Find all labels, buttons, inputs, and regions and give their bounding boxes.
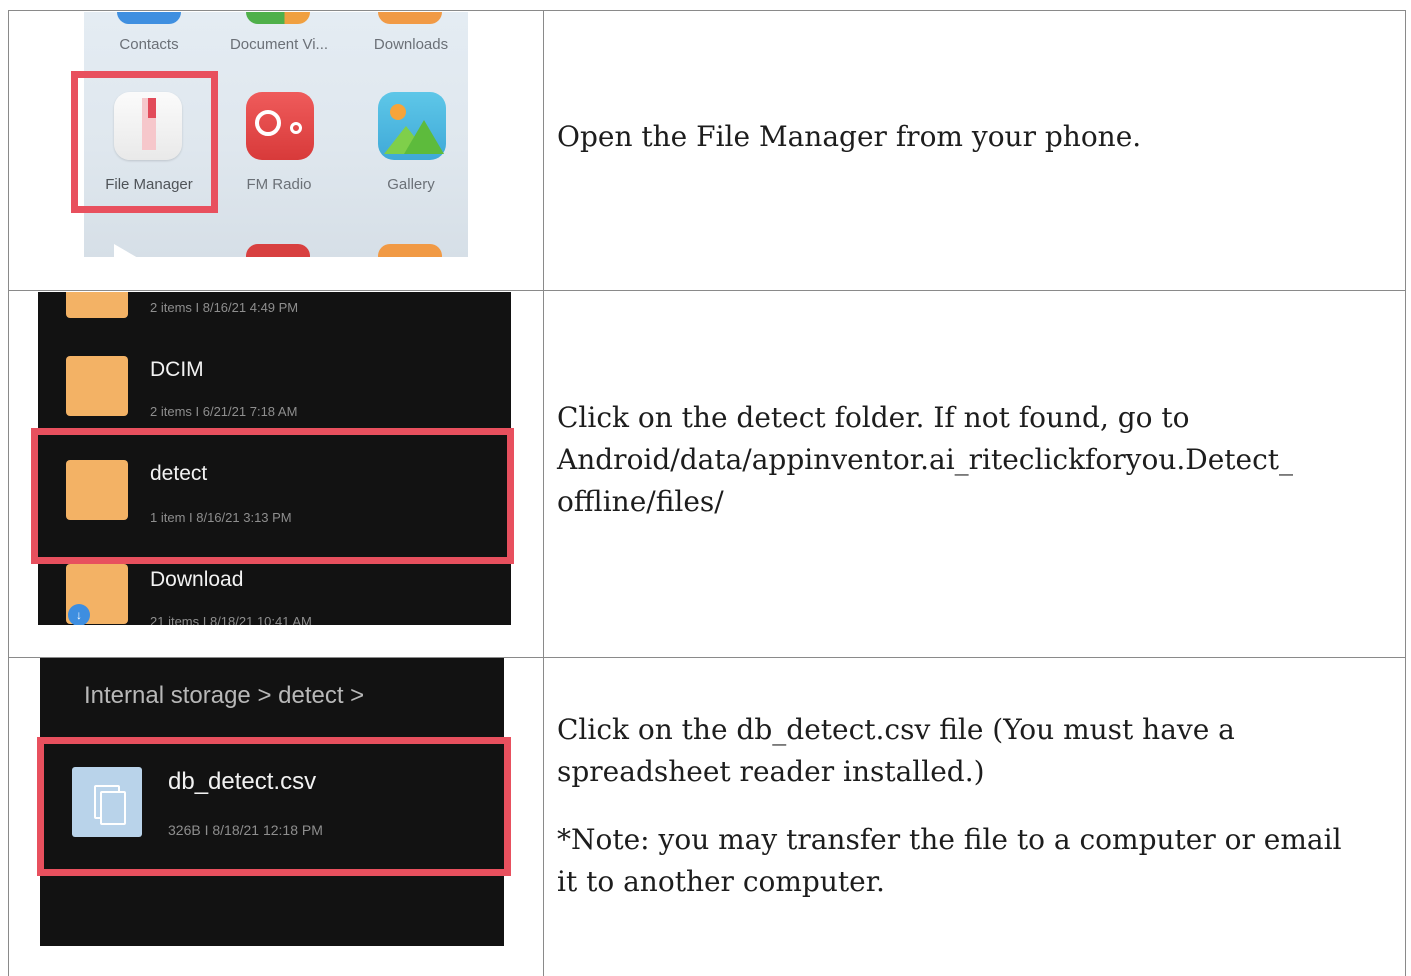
downloads-label: Downloads bbox=[373, 36, 449, 53]
gallery-icon[interactable] bbox=[378, 92, 446, 160]
file-manager-highlight bbox=[71, 71, 218, 213]
row2-instruction-line3: offline/files/ bbox=[557, 485, 724, 518]
fm-radio-icon[interactable] bbox=[246, 92, 314, 160]
row-divider-1 bbox=[8, 290, 1406, 291]
gallery-label: Gallery bbox=[387, 176, 435, 193]
folder-icon bbox=[66, 292, 128, 318]
breadcrumb: Internal storage > detect > bbox=[84, 682, 365, 709]
row3-note-line1: *Note: you may transfer the file to a co… bbox=[557, 823, 1342, 856]
folder-meta: 21 items I 8/18/21 10:41 AM bbox=[150, 614, 312, 625]
folder-meta: 2 items I 8/16/21 4:49 PM bbox=[150, 300, 299, 315]
table-top-border bbox=[8, 10, 1406, 11]
document-viewer-icon bbox=[246, 12, 310, 24]
row2-instruction-line1: Click on the detect folder. If not found… bbox=[557, 401, 1190, 434]
row3-instruction-line2: spreadsheet reader installed.) bbox=[557, 755, 985, 788]
downloads-icon bbox=[378, 12, 442, 24]
contacts-label: Contacts bbox=[119, 36, 179, 53]
row3-note-line2: it to another computer. bbox=[557, 865, 885, 898]
contacts-icon bbox=[117, 12, 181, 24]
fm-radio-label: FM Radio bbox=[246, 176, 312, 193]
music-icon bbox=[246, 244, 310, 257]
csv-file-highlight bbox=[37, 737, 511, 876]
document-viewer-label: Document Vi... bbox=[229, 36, 329, 53]
row3-instruction-line1: Click on the db_detect.csv file (You mus… bbox=[557, 713, 1235, 746]
detect-folder-highlight bbox=[31, 428, 514, 564]
folder-meta: 2 items I 6/21/21 7:18 AM bbox=[150, 404, 298, 419]
table-left-border bbox=[8, 10, 9, 976]
folder-icon bbox=[66, 356, 128, 416]
row2-instruction-line2: Android/data/appinventor.ai_riteclickfor… bbox=[557, 443, 1294, 476]
play-store-icon bbox=[114, 244, 138, 257]
column-divider bbox=[543, 10, 544, 976]
row1-instruction: Open the File Manager from your phone. bbox=[557, 120, 1142, 153]
folder-name-download[interactable]: Download bbox=[150, 568, 243, 592]
download-badge-icon: ↓ bbox=[68, 604, 90, 625]
table-right-border bbox=[1405, 10, 1406, 976]
app-icon-orange bbox=[378, 244, 442, 257]
folder-name-dcim[interactable]: DCIM bbox=[150, 358, 204, 382]
